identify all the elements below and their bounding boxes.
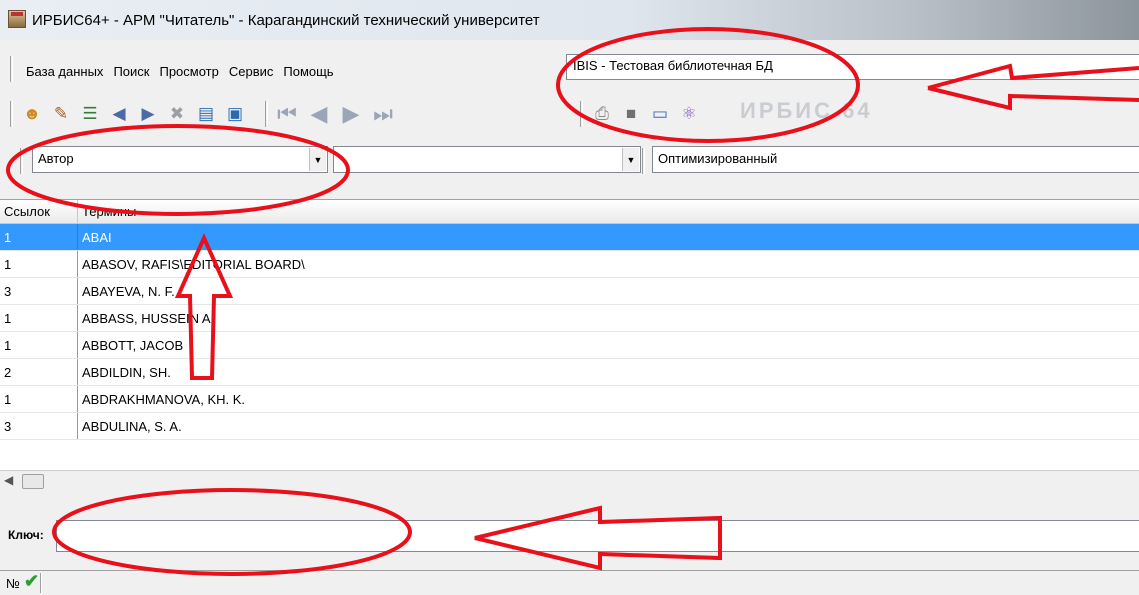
row-count: 1 xyxy=(0,224,78,250)
first-icon[interactable]: ⏮ xyxy=(274,101,300,126)
status-bar: № ✔ xyxy=(0,570,1139,595)
menu-service[interactable]: Сервис xyxy=(229,64,274,79)
doc-next-icon[interactable]: ▣ xyxy=(222,102,248,126)
toolbar-grip[interactable] xyxy=(265,101,268,127)
row-term: ABBOTT, JACOB xyxy=(82,338,184,353)
terms-grid: Ссылок Термины 1 ABAI 1 ABASOV, RAFIS\ED… xyxy=(0,199,1139,471)
table-row[interactable]: 2 ABDILDIN, SH. xyxy=(0,359,1139,386)
check-icon: ✔ xyxy=(24,571,40,591)
users-icon[interactable]: ☻ xyxy=(19,102,45,126)
row-count: 1 xyxy=(0,386,78,412)
save-icon[interactable]: ■ xyxy=(618,102,644,126)
menu-grip[interactable] xyxy=(10,56,13,82)
row-term: ABDRAKHMANOVA, KH. K. xyxy=(82,392,246,407)
search-value-select[interactable]: ▼ xyxy=(333,146,641,173)
chevron-down-icon[interactable]: ▼ xyxy=(622,148,639,171)
status-number-label: № xyxy=(6,576,20,591)
search-mode-value: Оптимизированный xyxy=(658,151,778,166)
table-row[interactable]: 1 ABAI xyxy=(0,224,1139,251)
menu-help[interactable]: Помощь xyxy=(283,64,333,79)
menu-search[interactable]: Поиск xyxy=(113,64,149,79)
row-term: ABAI xyxy=(82,230,112,245)
scroll-left-icon[interactable]: ◀ xyxy=(4,473,20,489)
print-icon[interactable]: ⎙ xyxy=(589,102,615,126)
horizontal-scrollbar[interactable]: ◀ xyxy=(0,470,1139,490)
grid-body: 1 ABAI 1 ABASOV, RAFIS\EDITORIAL BOARD\ … xyxy=(0,224,1139,440)
search-field-select[interactable]: Автор ▼ xyxy=(32,146,328,173)
tree-icon[interactable]: ☰ xyxy=(77,102,103,126)
search-left-icon[interactable]: ◀ xyxy=(106,102,132,126)
prev-icon[interactable]: ◀ xyxy=(306,101,332,126)
banner-text: ИРБИС 64 xyxy=(740,98,873,123)
window-title: ИРБИС64+ - АРМ "Читатель" - Карагандинск… xyxy=(32,12,540,29)
key-row: Ключ: xyxy=(0,510,1139,558)
doc-prev-icon[interactable]: ▤ xyxy=(193,102,219,126)
search-right-icon[interactable]: ▶ xyxy=(135,102,161,126)
export-icon[interactable]: ▭ xyxy=(647,102,673,126)
last-icon[interactable]: ⏭ xyxy=(370,101,396,126)
table-row[interactable]: 3 ABDULINA, S. A. xyxy=(0,413,1139,440)
row-count: 3 xyxy=(0,413,78,439)
table-row[interactable]: 1 ABDRAKHMANOVA, KH. K. xyxy=(0,386,1139,413)
search-row: Автор ▼ ▼ Оптимизированный xyxy=(0,140,1139,180)
menu-view[interactable]: Просмотр xyxy=(159,64,218,79)
next-icon[interactable]: ▶ xyxy=(338,101,364,126)
broom-icon[interactable]: ⚛ xyxy=(676,102,702,126)
toolbar-grip[interactable] xyxy=(642,148,645,174)
row-term: ABBASS, HUSSEIN A. xyxy=(82,311,215,326)
row-count: 1 xyxy=(0,251,78,277)
chevron-down-icon[interactable]: ▼ xyxy=(309,148,326,171)
row-count: 2 xyxy=(0,359,78,385)
menu-database[interactable]: База данных xyxy=(26,64,103,79)
row-term: ABASOV, RAFIS\EDITORIAL BOARD\ xyxy=(82,257,305,272)
search-mode-select[interactable]: Оптимизированный xyxy=(652,146,1139,173)
row-term: ABDULINA, S. A. xyxy=(82,419,182,434)
row-count: 1 xyxy=(0,305,78,331)
column-header-terms[interactable]: Термины xyxy=(78,200,1139,223)
key-label: Ключ: xyxy=(8,528,44,542)
row-term: ABDILDIN, SH. xyxy=(82,365,171,380)
search-field-value: Автор xyxy=(38,151,74,166)
app-icon xyxy=(8,10,26,28)
book-edit-icon[interactable]: ✎ xyxy=(48,102,74,126)
database-selector[interactable]: IBIS - Тестовая библиотечная БД xyxy=(566,54,1139,80)
status-divider xyxy=(40,573,42,593)
row-count: 1 xyxy=(0,332,78,358)
title-bar: ИРБИС64+ - АРМ "Читатель" - Карагандинск… xyxy=(0,0,1139,40)
secondary-toolbar: ⎙ ■ ▭ ⚛ xyxy=(580,94,705,134)
table-row[interactable]: 1 ABASOV, RAFIS\EDITORIAL BOARD\ xyxy=(0,251,1139,278)
toolbar-grip[interactable] xyxy=(580,101,583,127)
toolbar-grip[interactable] xyxy=(10,101,13,127)
scroll-thumb[interactable] xyxy=(22,474,44,489)
menu-items: База данных Поиск Просмотр Сервис Помощь xyxy=(26,64,334,79)
key-input[interactable] xyxy=(56,520,1139,552)
main-toolbar: ☻ ✎ ☰ ◀ ▶ ✖ ▤ ▣ ⏮ ◀ ▶ ⏭ xyxy=(10,94,402,134)
table-row[interactable]: 1 ABBOTT, JACOB xyxy=(0,332,1139,359)
table-row[interactable]: 1 ABBASS, HUSSEIN A. xyxy=(0,305,1139,332)
row-count: 3 xyxy=(0,278,78,304)
close-list-icon[interactable]: ✖ xyxy=(164,102,190,126)
toolbar-grip[interactable] xyxy=(20,148,23,174)
table-row[interactable]: 3 ABAYEVA, N. F. xyxy=(0,278,1139,305)
grid-header: Ссылок Термины xyxy=(0,200,1139,224)
row-term: ABAYEVA, N. F. xyxy=(82,284,175,299)
column-header-count[interactable]: Ссылок xyxy=(0,200,78,223)
